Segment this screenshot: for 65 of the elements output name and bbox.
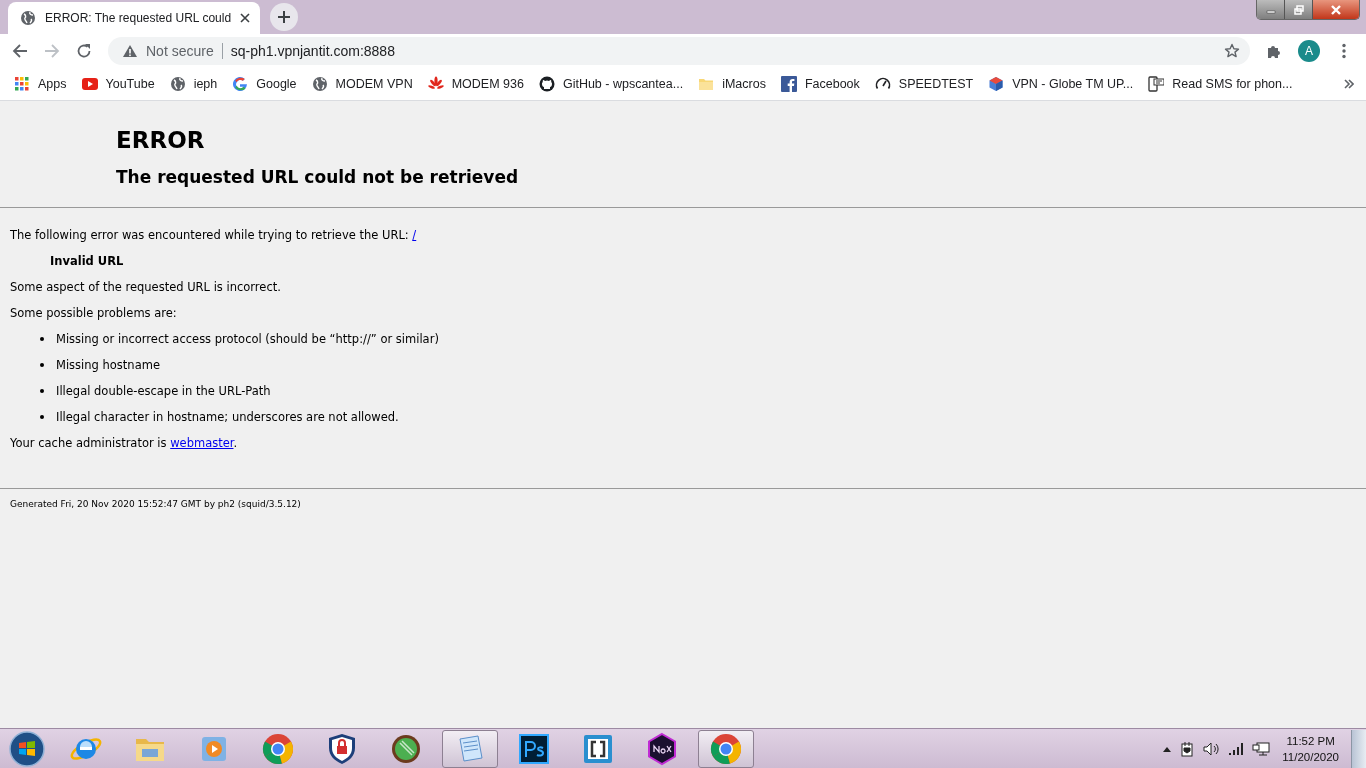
bookmark-item[interactable]: iMacros: [698, 76, 766, 92]
bookmark-item[interactable]: VPN - Globe TM UP...: [988, 76, 1134, 92]
globe-icon: [311, 76, 328, 92]
bookmark-item[interactable]: Facebook: [780, 76, 860, 92]
bookmark-item[interactable]: ieph: [169, 76, 218, 92]
reload-icon[interactable]: [76, 43, 92, 59]
bookmark-item[interactable]: MODEM VPN: [311, 76, 413, 92]
petal-logo-icon: [427, 76, 444, 92]
page-subheading: The requested URL could not be retrieved: [116, 167, 520, 187]
problem-text: Illegal double-escape in the URL-Path: [56, 384, 271, 398]
bookmark-star-icon[interactable]: [1224, 43, 1240, 59]
error-name: Invalid URL: [49, 254, 125, 268]
apps-grid-icon: [14, 76, 30, 92]
bookmark-item[interactable]: Read SMS for phon...: [1148, 76, 1293, 92]
network-icon[interactable]: [1252, 740, 1271, 757]
error-description: Some aspect of the requested URL is incorrect.: [10, 280, 282, 294]
power-plug-icon[interactable]: [1180, 740, 1195, 757]
folder-icon: [698, 76, 715, 92]
bullet-icon: [40, 415, 44, 419]
back-arrow-icon[interactable]: [12, 43, 28, 59]
phone-sms-icon: [1148, 76, 1165, 92]
play-icon: [81, 76, 98, 92]
footer-text: Generated Fri, 20 Nov 2020 15:52:47 GMT by ph2 (squid/3.5.12): [10, 499, 301, 509]
f-logo-icon: [780, 76, 797, 92]
restore-button[interactable]: [1285, 0, 1313, 19]
more-vertical-icon[interactable]: [1342, 43, 1346, 59]
admin-note: Your cache administrator is webmaster.: [10, 436, 239, 450]
bullet-icon: [40, 363, 44, 367]
bookmark-item[interactable]: Apps: [14, 76, 67, 92]
globe-icon: [20, 10, 36, 26]
browser-tab[interactable]: ERROR: The requested URL could: [8, 2, 261, 34]
profile-avatar[interactable]: A: [1298, 40, 1320, 62]
problem-text: Illegal character in hostname; underscores are not allowed.: [56, 410, 399, 424]
globe-icon: [169, 76, 186, 92]
minimize-button[interactable]: [1257, 0, 1285, 19]
close-icon[interactable]: [240, 13, 251, 23]
bookmark-item[interactable]: Google: [232, 76, 297, 92]
cube-icon: [988, 76, 1005, 92]
close-window-button[interactable]: [1313, 0, 1359, 19]
puzzle-piece-icon[interactable]: [1266, 43, 1282, 59]
bookmark-item[interactable]: GitHub - wpscantea...: [538, 76, 684, 92]
link[interactable]: webmaster: [170, 436, 234, 450]
problem-text: Missing or incorrect access protocol (should be “http://” or similar): [56, 332, 439, 346]
bookmark-item[interactable]: MODEM 936: [427, 76, 524, 92]
new-tab-button[interactable]: [270, 3, 299, 31]
double-chevron-icon[interactable]: [1344, 79, 1354, 89]
page-heading: ERROR: [116, 127, 206, 153]
url-text[interactable]: sq-ph1.vpnjantit.com:8888: [230, 43, 395, 59]
problem-text: Missing hostname: [56, 358, 160, 372]
error-message: The following error was encountered while trying to retrieve the URL: /: [10, 228, 418, 242]
link[interactable]: /: [412, 228, 417, 242]
restore-icon[interactable]: [1293, 4, 1304, 15]
bullet-icon: [40, 337, 44, 341]
google-g-icon: [232, 76, 249, 92]
address-bar[interactable]: Not secure sq-ph1.vpnjantit.com:8888: [108, 37, 1250, 65]
bookmark-item[interactable]: SPEEDTEST: [874, 76, 974, 92]
speaker-icon[interactable]: [1202, 740, 1221, 757]
plus-icon[interactable]: [277, 10, 292, 24]
problems-heading: Some possible problems are:: [10, 306, 178, 320]
bullet-icon: [40, 389, 44, 393]
bookmark-item[interactable]: YouTube: [81, 76, 155, 92]
clock[interactable]: 11:52 PM 11/20/2020: [1278, 732, 1343, 765]
warning-icon[interactable]: [122, 44, 138, 58]
security-label[interactable]: Not secure: [146, 43, 214, 59]
signal-bars-icon[interactable]: [1228, 741, 1245, 756]
